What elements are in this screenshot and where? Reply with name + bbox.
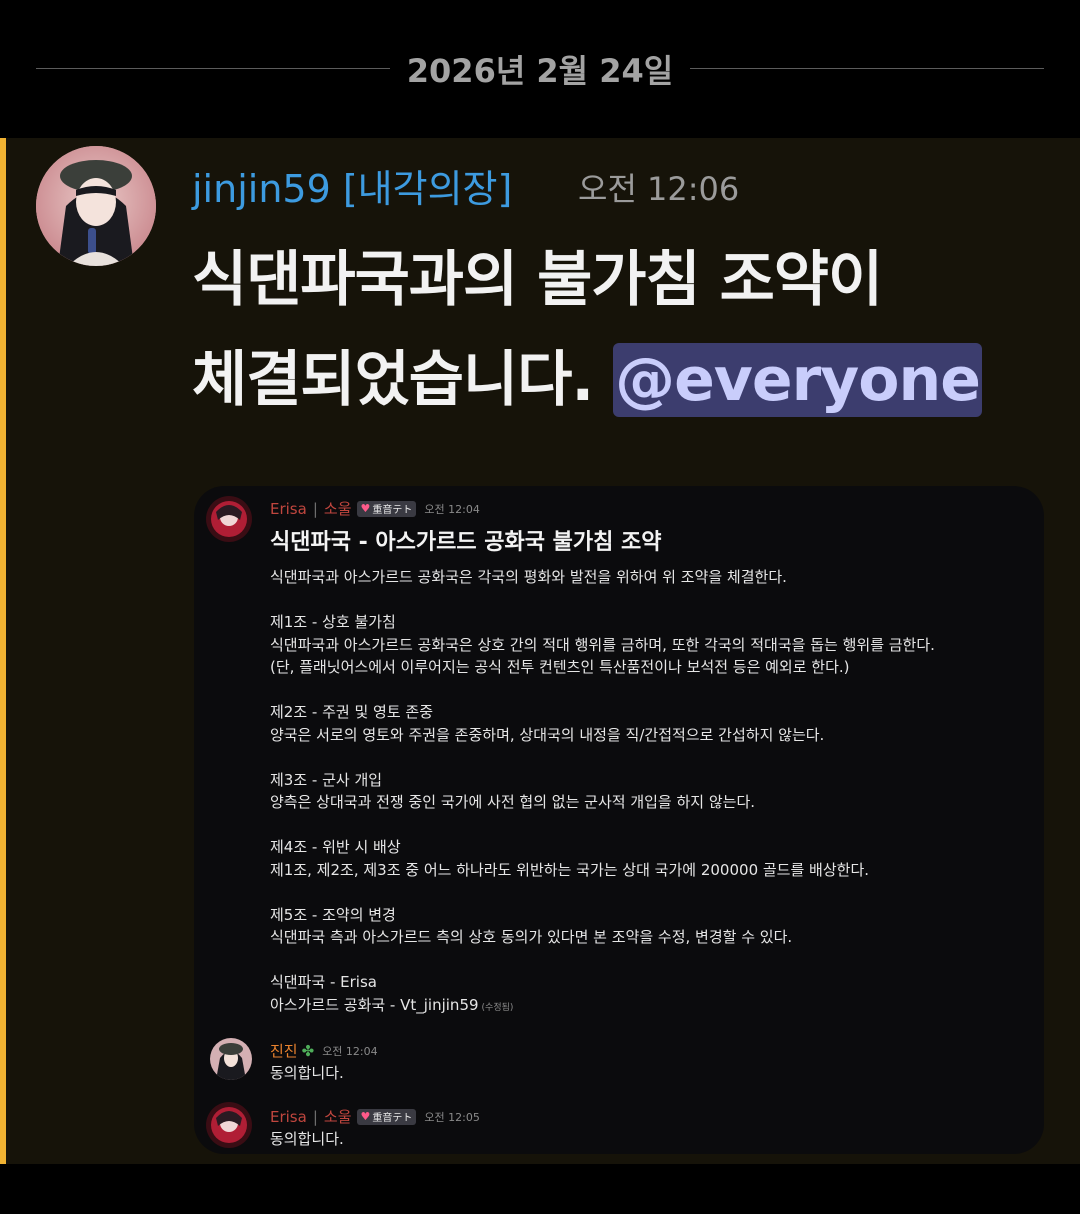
role-badge-text: 重音テト [372, 505, 413, 516]
everyone-mention[interactable]: @everyone [613, 343, 982, 417]
message-line-1: 식댄파국과의 불가침 조약이 [192, 245, 883, 315]
mention-highlight-bar [0, 138, 6, 1164]
name-separator: | [312, 499, 318, 518]
message-timestamp: 오전 12:06 [578, 170, 740, 208]
date-divider: 2026년 2월 24일 [0, 0, 1080, 138]
treaty-body: 식댄파국과 아스가르드 공화국은 각국의 평화와 발전을 위하여 위 조약을 체… [270, 566, 935, 1019]
erisa-name[interactable]: Erisa [270, 500, 307, 518]
author-name[interactable]: jinjin59 [내각의장] [192, 158, 512, 213]
jinjin-name[interactable]: 진진 [270, 1040, 298, 1061]
erisa-header: Erisa | 소울 ♥ 重音テト 오전 12:04 [270, 498, 480, 519]
highlighted-message[interactable]: jinjin59 [내각의장] 오전 12:06 식댄파국과의 불가침 조약이 … [0, 138, 1080, 1164]
erisa-timestamp: 오전 12:04 [424, 502, 480, 516]
role-badge: ♥ 重音テト [356, 500, 417, 517]
heart-icon: ♥ [360, 1110, 371, 1123]
erisa-reply-text: 동의합니다. [270, 1130, 344, 1148]
message-content: 식댄파국과의 불가침 조약이 체결되었습니다. @everyone [192, 230, 1052, 430]
author-avatar[interactable] [36, 146, 156, 266]
jinjin-avatar [210, 1038, 252, 1080]
erisa-timestamp-2: 오전 12:05 [424, 1110, 480, 1124]
name-separator-2: | [312, 1107, 318, 1126]
attached-screenshot[interactable]: Erisa | 소울 ♥ 重音テト 오전 12:04 식댄파국 - 아스가르드 공… [194, 486, 1044, 1154]
erisa-suffix-2: 소울 [323, 1108, 352, 1126]
erisa-name-2[interactable]: Erisa [270, 1108, 307, 1126]
role-badge-text-2: 重音テト [372, 1113, 413, 1124]
erisa-avatar [206, 496, 252, 542]
role-badge-2: ♥ 重音テト [356, 1108, 417, 1125]
heart-icon: ♥ [360, 502, 371, 515]
date-divider-text: 2026년 2월 24일 [406, 52, 674, 90]
treaty-body-text: 식댄파국과 아스가르드 공화국은 각국의 평화와 발전을 위하여 위 조약을 체… [270, 568, 935, 1014]
erisa-suffix: 소울 [323, 500, 352, 518]
edited-label: (수정됨) [481, 1002, 514, 1013]
jinjin-header: 진진 ✤ 오전 12:04 [270, 1040, 378, 1061]
clover-icon: ✤ [301, 1041, 315, 1060]
message-line-2: 체결되었습니다. @everyone [192, 330, 1052, 430]
jinjin-reply-text: 동의합니다. [270, 1064, 344, 1082]
treaty-title: 식댄파국 - 아스가르드 공화국 불가침 조약 [270, 530, 662, 555]
jinjin-timestamp: 오전 12:04 [322, 1044, 378, 1058]
message-line-2-text: 체결되었습니다. [192, 345, 594, 415]
erisa-header-2: Erisa | 소울 ♥ 重音テト 오전 12:05 [270, 1106, 480, 1127]
erisa-avatar-2 [206, 1102, 252, 1148]
divider-line-right [690, 68, 1044, 69]
